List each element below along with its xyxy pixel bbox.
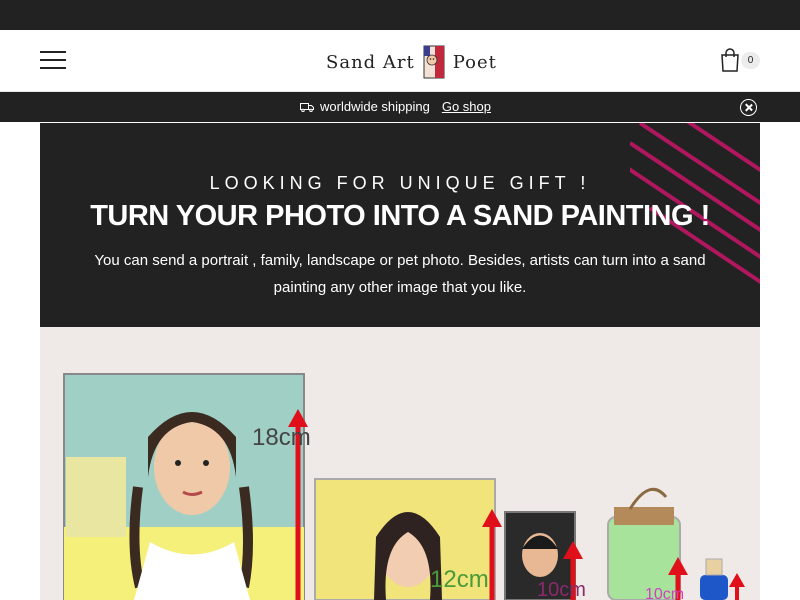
label-10cm-1: 10cm [537,579,586,600]
cart-count-badge: 0 [741,52,760,69]
go-shop-link[interactable]: Go shop [442,99,491,114]
hero-subtitle: LOOKING FOR UNIQUE GIFT ! [209,173,591,193]
product-photo: 18cm 12cm 10cm 10cm [40,327,760,600]
label-12cm: 12cm [430,566,489,593]
large-frame [63,373,305,600]
top-bar [0,0,800,30]
label-10cm-2: 10cm [645,586,684,600]
shopping-bag-icon[interactable] [720,48,740,72]
label-18cm: 18cm [252,424,311,451]
hero-description: You can send a portrait , family, landsc… [94,252,706,296]
sand-art-frames-image: 18cm 12cm 10cm 10cm [40,327,760,600]
truck-icon [300,102,314,112]
logo-mark-icon [423,45,445,79]
close-icon[interactable] [740,99,757,116]
hamburger-menu-icon[interactable] [40,51,66,71]
logo-word-1: Sand Art [326,51,415,73]
logo[interactable]: Sand Art Poet [326,42,497,82]
logo-word-2: Poet [452,51,497,73]
hero-title: TURN YOUR PHOTO INTO A SAND PAINTING ! [90,200,710,232]
announcement-bar: worldwide shipping Go shop [0,92,800,122]
site-header: Sand Art Poet [0,30,800,92]
hero-banner: LOOKING FOR UNIQUE GIFT ! TURN YOUR PHOT… [40,123,760,327]
announcement-text: worldwide shipping [320,99,430,114]
